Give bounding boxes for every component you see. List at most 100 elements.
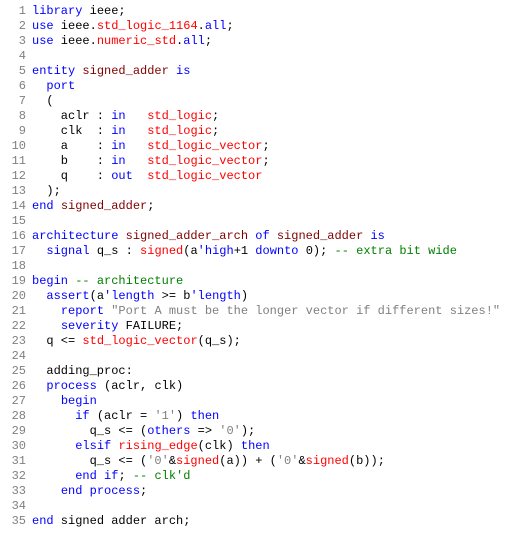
line-number: 27: [4, 394, 32, 409]
code-line: 14end signed_adder;: [4, 199, 522, 214]
line-number: 10: [4, 139, 32, 154]
line-number: 33: [4, 484, 32, 499]
code-text: architecture signed_adder_arch of signed…: [32, 229, 522, 244]
line-number: 12: [4, 169, 32, 184]
code-line: 10 a : in std_logic_vector;: [4, 139, 522, 154]
code-text: );: [32, 184, 522, 199]
line-number: 30: [4, 439, 32, 454]
code-text: assert(a'length >= b'length): [32, 289, 522, 304]
code-line: 22 severity FAILURE;: [4, 319, 522, 334]
line-number: 13: [4, 184, 32, 199]
code-line: 21 report "Port A must be the longer vec…: [4, 304, 522, 319]
code-text: a : in std_logic_vector;: [32, 139, 522, 154]
code-line: 26 process (aclr, clk): [4, 379, 522, 394]
code-line: 12 q : out std_logic_vector: [4, 169, 522, 184]
code-text: q <= std_logic_vector(q_s);: [32, 334, 522, 349]
code-line: 35end signed adder arch;: [4, 514, 522, 529]
code-text: elsif rising_edge(clk) then: [32, 439, 522, 454]
line-number: 15: [4, 214, 32, 229]
code-line: 9 clk : in std_logic;: [4, 124, 522, 139]
line-number: 25: [4, 364, 32, 379]
line-number: 2: [4, 19, 32, 34]
code-text: signal q_s : signed(a'high+1 downto 0); …: [32, 244, 522, 259]
code-line: 18: [4, 259, 522, 274]
line-number: 20: [4, 289, 32, 304]
line-number: 34: [4, 499, 32, 514]
code-line: 11 b : in std_logic_vector;: [4, 154, 522, 169]
line-number: 18: [4, 259, 32, 274]
code-text: library ieee;: [32, 4, 522, 19]
code-line: 32 end if; -- clk'd: [4, 469, 522, 484]
code-line: 27 begin: [4, 394, 522, 409]
line-number: 7: [4, 94, 32, 109]
code-text: [32, 214, 522, 229]
code-line: 29 q_s <= (others => '0');: [4, 424, 522, 439]
code-line: 17 signal q_s : signed(a'high+1 downto 0…: [4, 244, 522, 259]
code-line: 4: [4, 49, 522, 64]
code-text: [32, 499, 522, 514]
code-line: 30 elsif rising_edge(clk) then: [4, 439, 522, 454]
code-line: 31 q_s <= ('0'&signed(a)) + ('0'&signed(…: [4, 454, 522, 469]
line-number: 31: [4, 454, 32, 469]
code-text: use ieee.numeric_std.all;: [32, 34, 522, 49]
line-number: 14: [4, 199, 32, 214]
code-text: if (aclr = '1') then: [32, 409, 522, 424]
line-number: 21: [4, 304, 32, 319]
code-text: process (aclr, clk): [32, 379, 522, 394]
line-number: 8: [4, 109, 32, 124]
code-line: 16architecture signed_adder_arch of sign…: [4, 229, 522, 244]
code-text: report "Port A must be the longer vector…: [32, 304, 522, 319]
code-text: q_s <= (others => '0');: [32, 424, 522, 439]
code-line: 34: [4, 499, 522, 514]
code-text: severity FAILURE;: [32, 319, 522, 334]
line-number: 1: [4, 4, 32, 19]
code-listing: 1library ieee;2use ieee.std_logic_1164.a…: [4, 4, 522, 529]
line-number: 35: [4, 514, 32, 529]
code-text: [32, 259, 522, 274]
code-line: 13 );: [4, 184, 522, 199]
line-number: 26: [4, 379, 32, 394]
line-number: 16: [4, 229, 32, 244]
code-text: end signed adder arch;: [32, 514, 522, 529]
line-number: 29: [4, 424, 32, 439]
code-text: [32, 349, 522, 364]
code-text: b : in std_logic_vector;: [32, 154, 522, 169]
code-line: 2use ieee.std_logic_1164.all;: [4, 19, 522, 34]
code-text: (: [32, 94, 522, 109]
code-line: 5entity signed_adder is: [4, 64, 522, 79]
line-number: 19: [4, 274, 32, 289]
code-text: end signed_adder;: [32, 199, 522, 214]
code-line: 1library ieee;: [4, 4, 522, 19]
code-line: 23 q <= std_logic_vector(q_s);: [4, 334, 522, 349]
code-text: [32, 49, 522, 64]
line-number: 5: [4, 64, 32, 79]
code-line: 3use ieee.numeric_std.all;: [4, 34, 522, 49]
line-number: 6: [4, 79, 32, 94]
code-text: clk : in std_logic;: [32, 124, 522, 139]
code-text: q_s <= ('0'&signed(a)) + ('0'&signed(b))…: [32, 454, 522, 469]
line-number: 24: [4, 349, 32, 364]
code-line: 33 end process;: [4, 484, 522, 499]
code-text: entity signed_adder is: [32, 64, 522, 79]
line-number: 22: [4, 319, 32, 334]
code-text: use ieee.std_logic_1164.all;: [32, 19, 522, 34]
code-line: 28 if (aclr = '1') then: [4, 409, 522, 424]
code-text: port: [32, 79, 522, 94]
code-text: begin -- architecture: [32, 274, 522, 289]
line-number: 4: [4, 49, 32, 64]
code-line: 19begin -- architecture: [4, 274, 522, 289]
line-number: 28: [4, 409, 32, 424]
code-text: q : out std_logic_vector: [32, 169, 522, 184]
code-line: 25 adding_proc:: [4, 364, 522, 379]
line-number: 3: [4, 34, 32, 49]
line-number: 23: [4, 334, 32, 349]
code-text: end if; -- clk'd: [32, 469, 522, 484]
code-text: aclr : in std_logic;: [32, 109, 522, 124]
line-number: 11: [4, 154, 32, 169]
line-number: 9: [4, 124, 32, 139]
code-line: 7 (: [4, 94, 522, 109]
code-text: end process;: [32, 484, 522, 499]
code-line: 6 port: [4, 79, 522, 94]
code-text: adding_proc:: [32, 364, 522, 379]
code-line: 8 aclr : in std_logic;: [4, 109, 522, 124]
